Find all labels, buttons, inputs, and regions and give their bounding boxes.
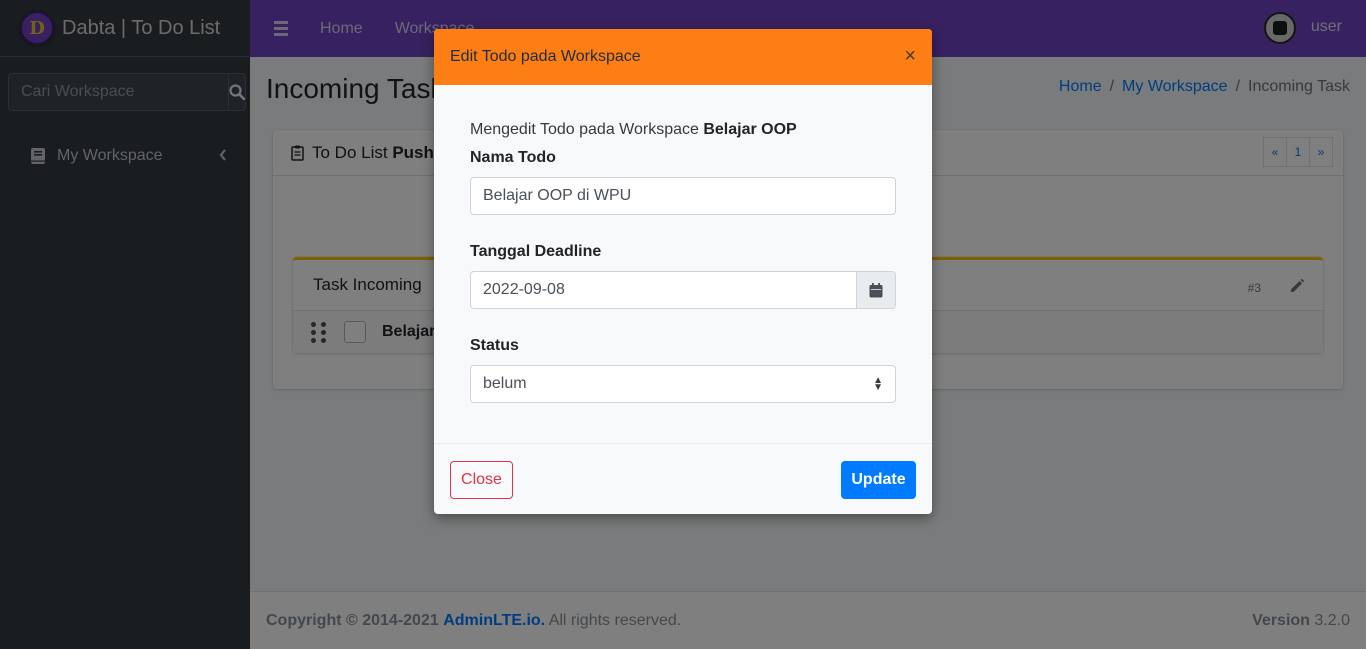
modal-header: Edit Todo pada Workspace × [434,29,932,85]
modal-intro: Mengedit Todo pada Workspace Belajar OOP [470,121,797,138]
calendar-button[interactable] [856,272,895,308]
calendar-icon [869,282,883,297]
modal-body: Mengedit Todo pada Workspace Belajar OOP… [470,121,896,403]
todo-name-input[interactable]: Belajar OOP di WPU [470,177,896,215]
modal-title: Edit Todo pada Workspace [450,48,641,65]
select-arrows-icon: ▲ ▼ [873,375,883,393]
close-icon[interactable]: × [904,46,916,66]
deadline-input[interactable]: 2022-09-08 [470,271,896,309]
deadline-label: Tanggal Deadline [470,243,602,260]
modal-footer: Close Update [434,443,932,514]
status-select[interactable]: belum ▲ ▼ [470,365,896,403]
edit-todo-modal: Edit Todo pada Workspace × Mengedit Todo… [434,29,932,514]
name-label: Nama Todo [470,149,556,166]
update-button[interactable]: Update [841,461,916,499]
status-label: Status [470,337,519,354]
workspace-name: Belajar OOP [703,121,797,138]
close-button[interactable]: Close [450,461,513,499]
